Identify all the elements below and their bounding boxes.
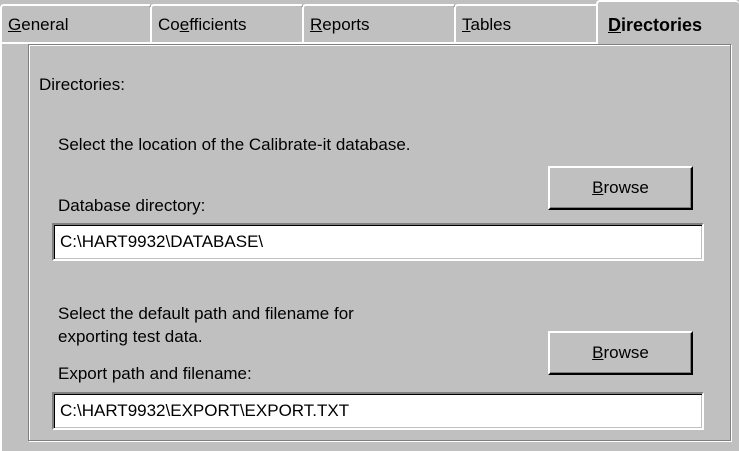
export-path-field[interactable] (52, 392, 704, 430)
tab-general-label: General (8, 15, 69, 34)
tab-tables[interactable]: Tables (454, 4, 600, 44)
tab-reports-label: Reports (310, 15, 370, 34)
tab-general[interactable]: General (0, 4, 152, 44)
tab-directories[interactable]: Directories (596, 0, 739, 46)
tab-directories-label: Directories (608, 15, 703, 35)
tab-tables-label: Tables (462, 15, 512, 34)
tab-coefficients[interactable]: Coefficients (150, 4, 304, 44)
tab-reports[interactable]: Reports (302, 4, 456, 44)
export-browse-button[interactable]: Browse (548, 331, 693, 375)
tab-coefficients-label: Coefficients (158, 15, 247, 34)
database-directory-field[interactable] (52, 223, 704, 261)
database-browse-button[interactable]: Browse (548, 166, 693, 210)
